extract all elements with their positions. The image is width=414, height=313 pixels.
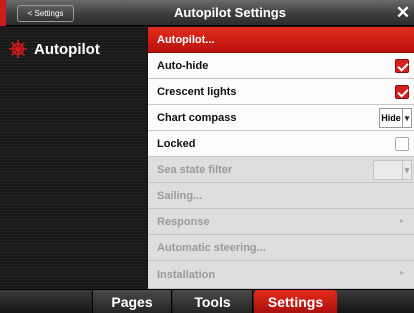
- sea-state-filter-row[interactable]: Sea state filter ▾: [148, 157, 414, 183]
- row-label: Installation: [157, 268, 216, 281]
- sidebar-item-label: Autopilot: [34, 40, 100, 58]
- row-label: Automatic steering...: [157, 241, 266, 254]
- tab-settings[interactable]: Settings: [254, 290, 337, 313]
- row-label: Auto-hide: [157, 59, 209, 72]
- row-label: Response: [157, 215, 210, 228]
- sea-state-filter-select[interactable]: ▾: [373, 160, 412, 180]
- row-label: Sailing...: [157, 189, 203, 202]
- chart-compass-select[interactable]: Hide ▾: [379, 108, 412, 128]
- auto-hide-checkbox[interactable]: [395, 59, 409, 73]
- locked-checkbox[interactable]: [395, 137, 409, 151]
- chevron-right-icon: ▸: [399, 268, 404, 277]
- sailing-row[interactable]: Sailing...: [148, 183, 414, 209]
- settings-list: Autopilot... Auto-hide Crescent lights C…: [148, 27, 414, 289]
- back-to-settings-button[interactable]: < Settings: [17, 5, 74, 22]
- automatic-steering-row[interactable]: Automatic steering...: [148, 235, 414, 261]
- window-title: Autopilot Settings: [174, 5, 286, 20]
- select-value: [374, 161, 402, 179]
- crescent-lights-row[interactable]: Crescent lights: [148, 79, 414, 105]
- bottom-tab-bar: Pages Tools Settings: [0, 289, 414, 313]
- helm-wheel-icon: [9, 40, 27, 58]
- row-label: Sea state filter: [157, 163, 233, 176]
- tab-tools[interactable]: Tools: [173, 290, 253, 313]
- autopilot-row[interactable]: Autopilot...: [148, 27, 414, 53]
- sidebar-item-autopilot[interactable]: Autopilot: [8, 38, 144, 60]
- chevron-down-icon: ▾: [402, 161, 411, 179]
- row-label: Locked: [157, 137, 196, 150]
- chart-compass-row[interactable]: Chart compass Hide ▾: [148, 105, 414, 131]
- accent-strip: [0, 0, 6, 26]
- installation-row[interactable]: Installation ▸: [148, 261, 414, 289]
- row-label: Crescent lights: [157, 85, 237, 98]
- locked-row[interactable]: Locked: [148, 131, 414, 157]
- chevron-down-icon: ▾: [402, 109, 411, 127]
- auto-hide-row[interactable]: Auto-hide: [148, 53, 414, 79]
- response-row[interactable]: Response ▸: [148, 209, 414, 235]
- row-label: Autopilot...: [157, 33, 215, 46]
- crescent-lights-checkbox[interactable]: [395, 85, 409, 99]
- tab-pages[interactable]: Pages: [92, 290, 172, 313]
- close-icon[interactable]: ✕: [392, 0, 414, 26]
- title-bar: < Settings Autopilot Settings ✕: [0, 0, 414, 26]
- select-value: Hide: [381, 113, 401, 123]
- sidebar: Autopilot: [0, 27, 147, 289]
- row-label: Chart compass: [157, 111, 237, 124]
- chevron-right-icon: ▸: [399, 216, 404, 225]
